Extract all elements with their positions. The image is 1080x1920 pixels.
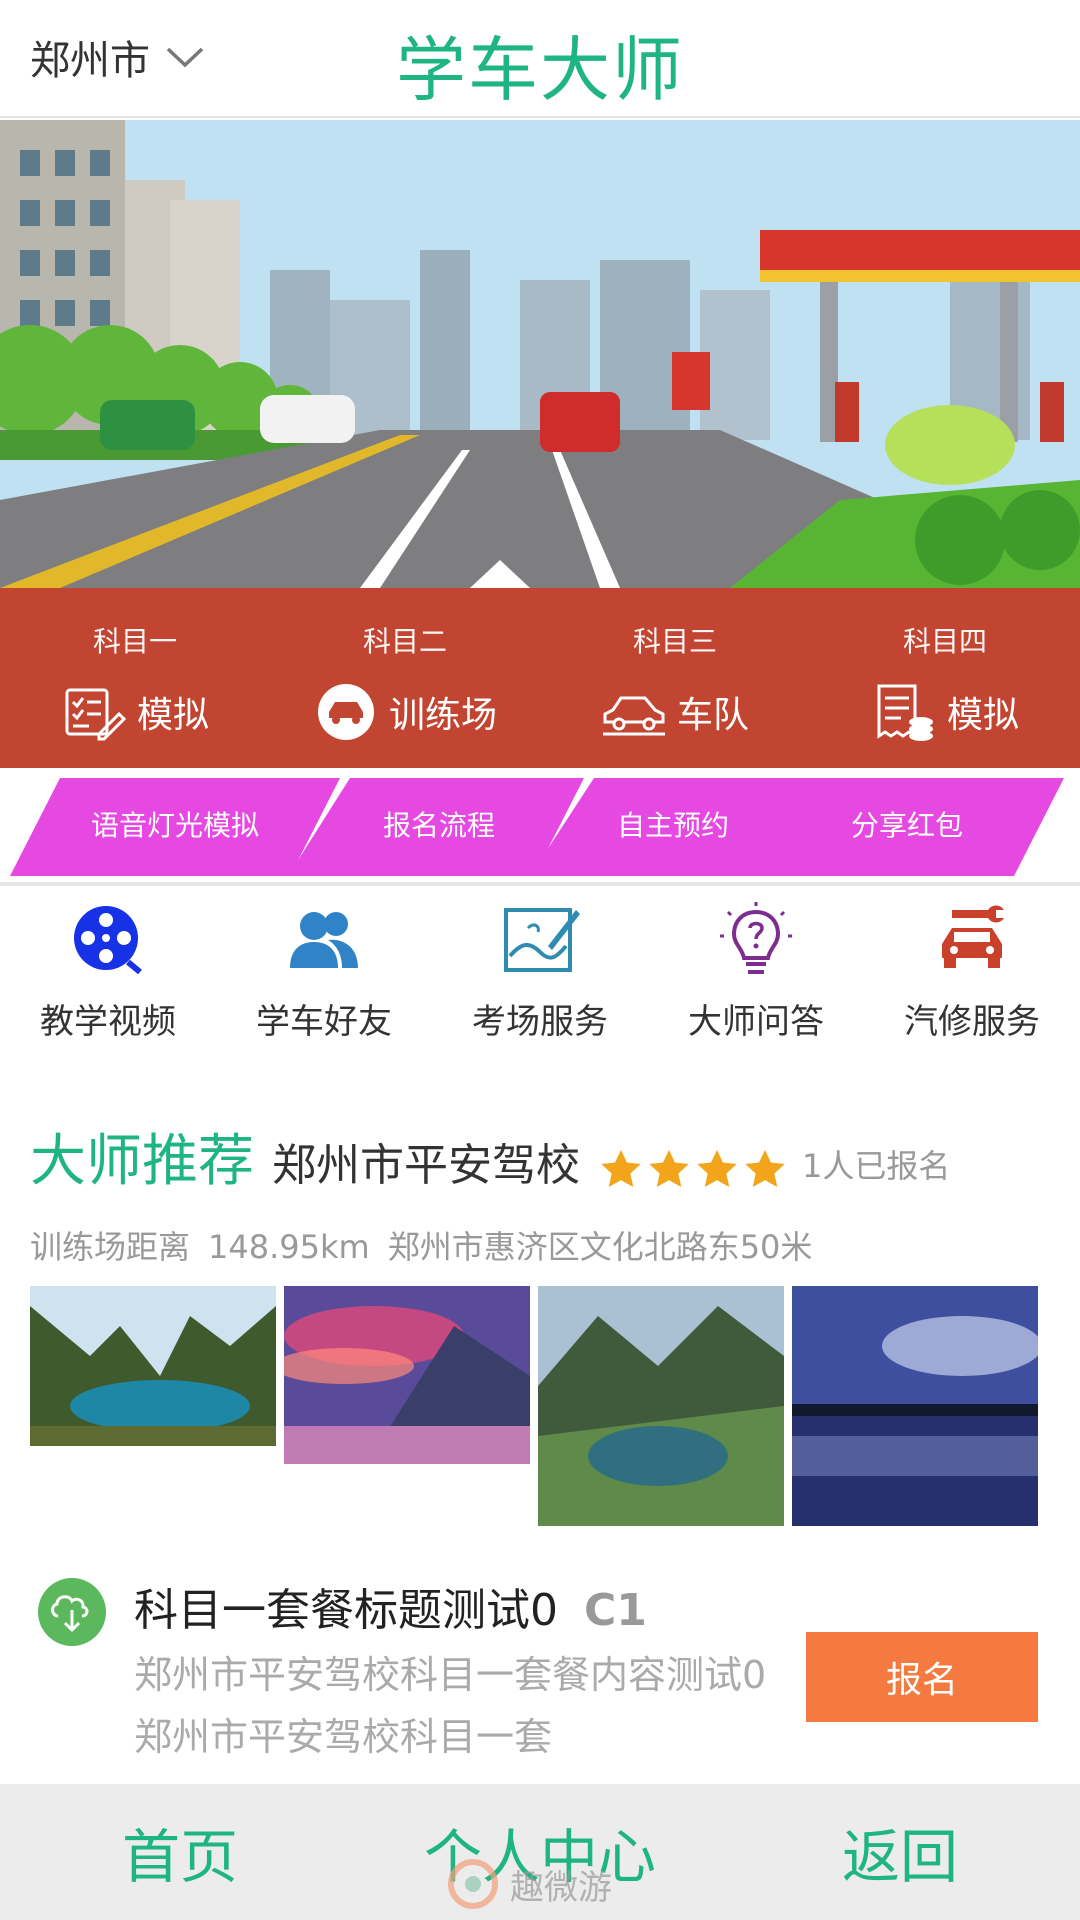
- package-item: 科目一套餐标题测试0 C1 郑州市平安驾校科目一套餐内容测试0郑州市平安驾校科目一…: [0, 1558, 1080, 1784]
- rating-stars: [598, 1147, 790, 1193]
- register-button[interactable]: 报名: [806, 1632, 1038, 1722]
- banner-image[interactable]: [0, 120, 1080, 588]
- subject-label: 车队: [676, 695, 749, 736]
- package-title-row: 科目一套餐标题测试0 C1: [134, 1574, 647, 1638]
- subject-1[interactable]: 科目一 模拟: [0, 588, 270, 768]
- subject-label: 模拟: [946, 695, 1019, 736]
- watermark-text: 趣微游: [510, 1867, 612, 1908]
- package-description: 郑州市平安驾校科目一套餐内容测试0郑州市平安驾校科目一套: [134, 1653, 767, 1759]
- school-address: 郑州市惠济区文化北路东50米: [387, 1228, 813, 1266]
- school-photo-1[interactable]: [30, 1286, 276, 1446]
- subject-label: 训练场: [388, 695, 497, 736]
- tab-self-booking[interactable]: 自主预约: [556, 794, 790, 854]
- subject-title: 科目四: [902, 625, 987, 658]
- app-screen: 郑州市 学车大师 科目一 模拟 科目二 训练场 科目三 车队 科目四 模拟 语音…: [0, 0, 1080, 1920]
- grid-item-friends[interactable]: 学车好友: [216, 900, 432, 1060]
- subject-label: 模拟: [136, 695, 209, 736]
- recommend-header: 大师推荐 郑州市平安驾校 1人已报名: [30, 1116, 950, 1197]
- lightbulb-question-icon: [720, 902, 792, 974]
- school-info: 训练场距离 148.95km 郑州市惠济区文化北路东50米: [30, 1222, 830, 1268]
- school-photo-3[interactable]: [538, 1286, 784, 1526]
- star-icon: [601, 1149, 641, 1188]
- grid-label: 考场服务: [472, 1002, 608, 1042]
- grid-item-car-repair[interactable]: 汽修服务: [864, 900, 1080, 1060]
- lake-valley-image: [30, 1286, 276, 1446]
- checklist-pencil-icon: [65, 688, 127, 741]
- distance-value: 148.95km: [208, 1228, 370, 1266]
- landscape-pen-icon: [504, 908, 580, 972]
- receipt-coins-icon: [877, 684, 933, 741]
- cloud-download-icon: [38, 1578, 106, 1646]
- grid-label: 大师问答: [688, 1002, 824, 1042]
- grid-item-exam-service[interactable]: 考场服务: [432, 900, 648, 1060]
- watermark-logo-icon: [448, 1859, 498, 1909]
- app-title: 学车大师: [396, 29, 684, 111]
- tab-registration-process[interactable]: 报名流程: [322, 794, 556, 854]
- recommend-title: 大师推荐: [30, 1129, 254, 1194]
- license-type: C1: [584, 1585, 647, 1636]
- subject-title: 科目二: [362, 625, 447, 658]
- car-wrench-icon: [942, 905, 1004, 968]
- sunset-mountain-image: [284, 1286, 530, 1464]
- friends-icon: [290, 912, 358, 968]
- subject-title: 科目三: [632, 625, 717, 658]
- subject-2[interactable]: 科目二 训练场: [270, 588, 540, 768]
- nav-back[interactable]: 返回: [720, 1784, 1080, 1920]
- street-gas-station-illustration: [0, 120, 1080, 588]
- car-circle-icon: [317, 684, 374, 740]
- grid-item-master-qa[interactable]: 大师问答: [648, 900, 864, 1060]
- top-header: 郑州市 学车大师: [0, 0, 1080, 118]
- subject-3[interactable]: 科目三 车队: [540, 588, 810, 768]
- subject-title: 科目一: [92, 625, 177, 658]
- enrolled-count: 1人已报名: [802, 1147, 951, 1185]
- subjects-bar: 科目一 模拟 科目二 训练场 科目三 车队 科目四 模拟: [0, 588, 1080, 768]
- night-lake-image: [792, 1286, 1038, 1526]
- package-title: 科目一套餐标题测试0: [134, 1585, 558, 1636]
- service-grid: 教学视频 学车好友 考场服务 大师问答 汽修服务: [0, 900, 1080, 1060]
- grid-label: 汽修服务: [904, 1002, 1040, 1042]
- watermark: 趣微游: [446, 1854, 646, 1914]
- star-icon: [745, 1149, 785, 1188]
- nav-home[interactable]: 首页: [0, 1784, 360, 1920]
- school-photo-4[interactable]: [792, 1286, 1038, 1526]
- star-icon: [649, 1149, 689, 1188]
- school-photo-2[interactable]: [284, 1286, 530, 1464]
- tab-light-simulation[interactable]: 语音灯光模拟: [58, 794, 292, 854]
- car-outline-icon: [602, 696, 665, 736]
- grid-item-teaching-video[interactable]: 教学视频: [0, 900, 216, 1060]
- subject-4[interactable]: 科目四 模拟: [810, 588, 1080, 768]
- tab-share-red-packet[interactable]: 分享红包: [790, 794, 1024, 854]
- grid-label: 教学视频: [40, 1002, 176, 1042]
- grid-label: 学车好友: [256, 1002, 392, 1042]
- film-reel-icon: [74, 906, 142, 975]
- distance-label: 训练场距离: [30, 1228, 191, 1266]
- star-icon: [697, 1149, 737, 1188]
- quick-tabs-strip: 语音灯光模拟 报名流程 自主预约 分享红包: [0, 768, 1080, 886]
- school-name[interactable]: 郑州市平安驾校: [272, 1129, 580, 1193]
- mountain-lake-image: [538, 1286, 784, 1526]
